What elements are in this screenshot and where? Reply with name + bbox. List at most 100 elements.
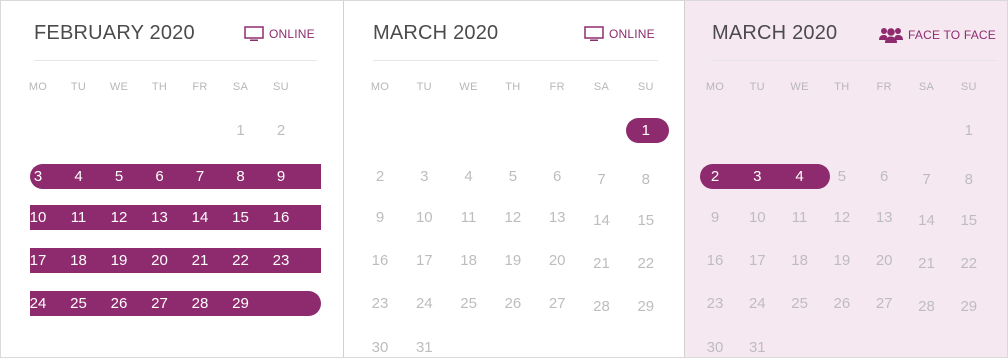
day-cell[interactable]: 31	[742, 339, 772, 357]
day-cell[interactable]: 11	[785, 209, 815, 227]
day-cell[interactable]: 17	[409, 252, 439, 270]
day-cell[interactable]: 11	[454, 209, 484, 227]
weekday-header: MO	[28, 81, 48, 93]
day-cell[interactable]: 12	[104, 209, 134, 227]
day-cell[interactable]: 15	[954, 212, 984, 230]
day-cell[interactable]: 3	[742, 168, 772, 186]
day-cell[interactable]: 25	[64, 295, 94, 313]
day-cell[interactable]: 30	[700, 339, 730, 357]
day-cell[interactable]: 19	[827, 252, 857, 270]
day-cell[interactable]: 8	[954, 171, 984, 189]
day-cell[interactable]: 18	[64, 252, 94, 270]
mode-label-face-to-face[interactable]: FACE TO FACE	[879, 26, 996, 44]
day-cell[interactable]: 24	[742, 295, 772, 313]
day-cell[interactable]: 31	[409, 339, 439, 357]
weekday-header: SU	[273, 81, 289, 93]
day-cell[interactable]: 2	[266, 122, 296, 140]
day-cell[interactable]: 23	[266, 252, 296, 270]
day-cell[interactable]: 26	[104, 295, 134, 313]
day-cell[interactable]: 13	[869, 209, 899, 227]
day-cell[interactable]: 20	[869, 252, 899, 270]
day-cell[interactable]: 8	[226, 168, 256, 186]
day-cell[interactable]: 28	[912, 298, 942, 316]
day-cell[interactable]: 26	[498, 295, 528, 313]
day-cell[interactable]: 4	[785, 168, 815, 186]
day-cell[interactable]: 28	[587, 298, 617, 316]
day-cell[interactable]: 23	[700, 295, 730, 313]
day-cell[interactable]: 19	[104, 252, 134, 270]
mode-label-online[interactable]: ONLINE	[244, 26, 315, 42]
day-cell[interactable]: 24	[409, 295, 439, 313]
day-cell[interactable]: 9	[365, 209, 395, 227]
day-cell[interactable]: 14	[185, 209, 215, 227]
day-cell[interactable]: 15	[631, 212, 661, 230]
day-cell[interactable]: 17	[23, 252, 53, 270]
day-cell[interactable]: 10	[409, 209, 439, 227]
day-cell[interactable]: 5	[827, 168, 857, 186]
day-cell[interactable]: 12	[827, 209, 857, 227]
day-cell[interactable]: 2	[365, 168, 395, 186]
day-cell[interactable]: 30	[365, 339, 395, 357]
mode-label-online[interactable]: ONLINE	[584, 26, 655, 42]
day-cell[interactable]: 8	[631, 171, 661, 189]
day-cell[interactable]: 1	[954, 122, 984, 140]
day-cell[interactable]: 20	[542, 252, 572, 270]
day-cell[interactable]: 4	[64, 168, 94, 186]
day-cell[interactable]: 27	[145, 295, 175, 313]
day-cell[interactable]: 27	[542, 295, 572, 313]
day-cell[interactable]: 12	[498, 209, 528, 227]
day-cell[interactable]: 9	[266, 168, 296, 186]
day-cell[interactable]: 3	[409, 168, 439, 186]
day-cell[interactable]: 20	[145, 252, 175, 270]
day-cell[interactable]: 22	[954, 255, 984, 273]
day-cell[interactable]: 6	[869, 168, 899, 186]
weekday-header: MO	[370, 81, 390, 93]
day-cell[interactable]: 10	[742, 209, 772, 227]
calendar-panel-march-face-to-face: MARCH 2020 FACE TO FACE MO TU WE TH FR SA SU 1 2…	[685, 1, 1007, 357]
day-cell[interactable]: 16	[700, 252, 730, 270]
day-cell[interactable]: 1	[226, 122, 256, 140]
day-cell[interactable]: 14	[587, 212, 617, 230]
day-cell[interactable]: 28	[185, 295, 215, 313]
day-cell[interactable]: 6	[542, 168, 572, 186]
day-cell[interactable]: 27	[869, 295, 899, 313]
day-cell[interactable]: 29	[631, 298, 661, 316]
day-cell[interactable]: 18	[454, 252, 484, 270]
day-cell[interactable]: 2	[700, 168, 730, 186]
day-cell[interactable]: 11	[64, 209, 94, 227]
day-cell[interactable]: 25	[785, 295, 815, 313]
day-cell[interactable]: 9	[700, 209, 730, 227]
day-cell[interactable]: 29	[954, 298, 984, 316]
day-cell[interactable]: 21	[912, 255, 942, 273]
day-cell[interactable]: 5	[498, 168, 528, 186]
calendar-group: FEBRUARY 2020 ONLINE MO TU WE TH FR SA SU 1 2 3 4 5…	[0, 0, 1008, 358]
day-cell[interactable]: 22	[226, 252, 256, 270]
day-cell[interactable]: 13	[145, 209, 175, 227]
day-cell[interactable]: 4	[454, 168, 484, 186]
day-cell[interactable]: 15	[226, 209, 256, 227]
day-cell[interactable]: 21	[185, 252, 215, 270]
day-cell[interactable]: 18	[785, 252, 815, 270]
day-cell[interactable]: 25	[454, 295, 484, 313]
day-cell[interactable]: 17	[742, 252, 772, 270]
day-cell[interactable]: 23	[365, 295, 395, 313]
day-cell[interactable]: 29	[226, 295, 256, 313]
day-cell[interactable]: 19	[498, 252, 528, 270]
day-cell[interactable]: 6	[145, 168, 175, 186]
mode-label-text: ONLINE	[269, 27, 315, 41]
day-cell[interactable]: 10	[23, 209, 53, 227]
day-cell[interactable]: 5	[104, 168, 134, 186]
day-cell[interactable]: 24	[23, 295, 53, 313]
day-cell[interactable]: 16	[266, 209, 296, 227]
day-cell[interactable]: 16	[365, 252, 395, 270]
day-cell[interactable]: 7	[587, 171, 617, 189]
day-cell[interactable]: 7	[912, 171, 942, 189]
day-cell[interactable]: 13	[542, 209, 572, 227]
day-cell[interactable]: 3	[23, 168, 53, 186]
day-cell[interactable]: 26	[827, 295, 857, 313]
day-cell[interactable]: 22	[631, 255, 661, 273]
day-cell[interactable]: 21	[587, 255, 617, 273]
day-cell[interactable]: 14	[912, 212, 942, 230]
day-cell[interactable]: 1	[631, 122, 661, 140]
day-cell[interactable]: 7	[185, 168, 215, 186]
